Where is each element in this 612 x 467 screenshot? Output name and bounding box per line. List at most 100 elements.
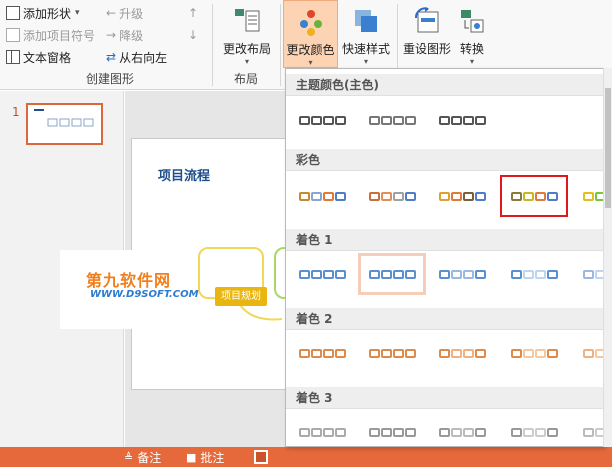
change-layout-button[interactable]: 更改布局 ▾ — [218, 0, 276, 68]
swatch-square-icon — [390, 115, 406, 127]
color-swatch-s2-2[interactable] — [428, 253, 496, 295]
scrollbar-thumb[interactable] — [605, 88, 611, 208]
swatch-square-icon — [580, 269, 596, 281]
move-up-button[interactable]: ↑ — [188, 2, 198, 24]
swatch-square-icon — [402, 191, 418, 203]
swatch-square-icon — [508, 269, 524, 281]
swatch-square-icon — [308, 427, 324, 439]
swatch-square-icon — [580, 348, 596, 360]
swatch-square-icon — [378, 115, 394, 127]
section-header-theme-primary: 主题颜色(主色) — [286, 74, 603, 96]
swatch-square-icon — [580, 427, 596, 439]
section-header-accent-3: 着色 3 — [286, 387, 603, 409]
text-pane-label: 文本窗格 — [23, 50, 72, 65]
smartart-node-label[interactable]: 项目规划 — [215, 287, 267, 306]
color-swatch-s3-1[interactable] — [358, 332, 426, 374]
color-swatch-s2-3[interactable] — [500, 253, 568, 295]
add-bullet-button[interactable]: 添加项目符号 — [6, 24, 95, 46]
quick-styles-label: 快速样式 — [341, 42, 390, 56]
swatch-square-icon — [332, 115, 348, 127]
swatch-square-icon — [532, 427, 548, 439]
add-bullet-label: 添加项目符号 — [23, 28, 96, 43]
gallery-scrollbar[interactable] — [603, 68, 612, 447]
quick-styles-icon — [351, 6, 381, 36]
slide-title[interactable]: 项目流程 — [158, 165, 210, 184]
normal-view-icon[interactable] — [254, 450, 268, 464]
swatch-square-icon — [390, 191, 406, 203]
color-swatch-s4-2[interactable] — [428, 411, 496, 453]
swatch-square-icon — [332, 427, 348, 439]
swatch-square-icon — [296, 269, 312, 281]
change-colors-button[interactable]: 更改颜色 ▾ — [283, 0, 338, 68]
arrow-left-icon: ← — [106, 6, 117, 20]
swatch-square-icon — [472, 115, 488, 127]
color-swatch-s1-0[interactable] — [288, 175, 356, 217]
swatch-square-icon — [508, 427, 524, 439]
color-swatch-s0-1[interactable] — [358, 99, 426, 141]
move-down-button[interactable]: ↓ — [188, 24, 198, 46]
color-swatch-s2-1[interactable] — [358, 253, 426, 295]
swatch-square-icon — [448, 427, 464, 439]
text-pane-button[interactable]: 文本窗格 — [6, 46, 71, 68]
notes-button[interactable]: ≜ 备注 — [124, 449, 161, 466]
comments-button[interactable]: ■ 批注 — [186, 449, 224, 466]
swatch-square-icon — [366, 191, 382, 203]
slide-thumbnail[interactable] — [26, 103, 103, 145]
demote-button[interactable]: → 降级 — [106, 24, 143, 46]
swatch-square-icon — [366, 115, 382, 127]
reset-graphic-button[interactable]: 重设图形 — [398, 0, 456, 68]
swatch-square-icon — [472, 269, 488, 281]
color-swatch-s4-1[interactable] — [358, 411, 426, 453]
right-to-left-icon: ⇄ — [106, 50, 117, 64]
color-swatch-s0-0[interactable] — [288, 99, 356, 141]
swatch-square-icon — [448, 269, 464, 281]
add-shape-button[interactable]: 添加形状 ▾ — [6, 2, 80, 24]
watermark-title: 第九软件网 — [86, 271, 172, 290]
color-swatch-s1-3[interactable] — [500, 175, 568, 217]
swatch-square-icon — [460, 348, 476, 360]
swatch-square-icon — [508, 348, 524, 360]
quick-styles-button[interactable]: 快速样式 ▾ — [338, 0, 394, 68]
swatch-square-icon — [448, 115, 464, 127]
color-swatch-s1-1[interactable] — [358, 175, 426, 217]
swatch-square-icon — [308, 115, 324, 127]
swatch-square-icon — [320, 269, 336, 281]
swatch-square-icon — [366, 269, 382, 281]
color-swatch-s4-0[interactable] — [288, 411, 356, 453]
swatch-square-icon — [508, 191, 524, 203]
convert-button[interactable]: 转换 ▾ — [456, 0, 488, 68]
swatch-square-icon — [402, 427, 418, 439]
watermark-logo: 第九软件网 WWW.D9SOFT.COM — [60, 250, 199, 329]
color-swatch-s2-0[interactable] — [288, 253, 356, 295]
color-swatch-s3-2[interactable] — [428, 332, 496, 374]
chevron-down-icon: ▾ — [363, 57, 368, 66]
right-to-left-button[interactable]: ⇄ 从右向左 — [106, 46, 167, 68]
swatch-square-icon — [366, 348, 382, 360]
swatch-square-icon — [332, 348, 348, 360]
color-swatch-s1-2[interactable] — [428, 175, 496, 217]
reset-graphic-label: 重设图形 — [402, 42, 451, 56]
arrow-down-icon: ↓ — [188, 28, 199, 42]
swatch-square-icon — [544, 348, 560, 360]
chevron-down-icon: ▾ — [75, 8, 80, 18]
comment-icon: ■ — [186, 451, 197, 464]
color-swatch-s0-2[interactable] — [428, 99, 496, 141]
swatch-square-icon — [520, 348, 536, 360]
change-colors-label: 更改颜色 — [286, 43, 335, 57]
color-swatch-s3-0[interactable] — [288, 332, 356, 374]
chevron-down-icon: ▾ — [308, 58, 313, 67]
swatch-square-icon — [296, 191, 312, 203]
swatch-square-icon — [308, 191, 324, 203]
color-swatch-s3-3[interactable] — [500, 332, 568, 374]
promote-button[interactable]: ← 升级 — [106, 2, 143, 24]
add-bullet-icon — [6, 28, 20, 42]
swatch-square-icon — [436, 269, 452, 281]
swatch-square-icon — [448, 348, 464, 360]
notes-icon: ≜ — [124, 451, 134, 464]
swatch-square-icon — [332, 269, 348, 281]
section-header-colorful: 彩色 — [286, 149, 603, 171]
color-swatch-s4-3[interactable] — [500, 411, 568, 453]
swatch-square-icon — [472, 191, 488, 203]
swatch-square-icon — [448, 191, 464, 203]
swatch-square-icon — [390, 348, 406, 360]
